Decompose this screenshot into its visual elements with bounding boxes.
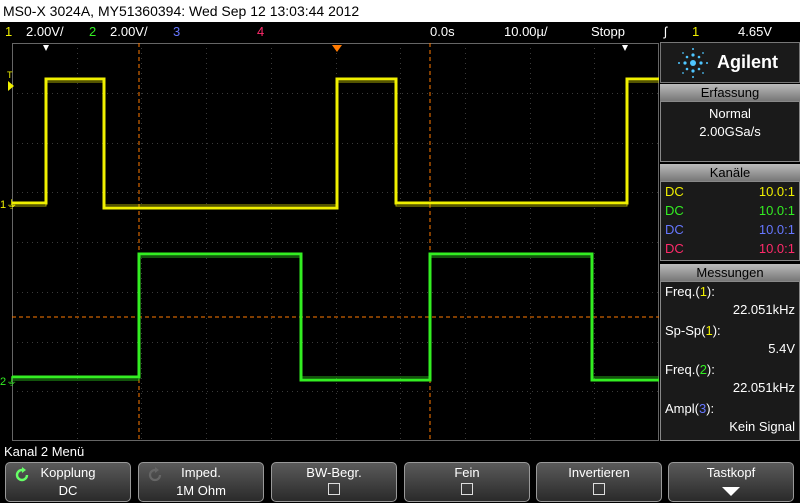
measurements-header: Messungen (660, 264, 800, 281)
fine-softkey[interactable]: Fein (404, 462, 530, 502)
trigger-edge-icon: ʃ (664, 24, 667, 39)
acquisition-mode: Normal (709, 106, 751, 121)
waveform-display[interactable] (12, 43, 659, 441)
acquisition-box[interactable]: Normal 2.00GSa/s (660, 101, 800, 162)
status-bar: 1 2.00V/ 2 2.00V/ 3 4 0.0s 10.00µ/ Stopp… (0, 22, 800, 42)
measurements-box[interactable]: Freq.(1): 22.051kHz Sp-Sp(1): 5.4V Freq.… (660, 281, 800, 441)
measurement-4-label: Ampl(3): (665, 401, 715, 416)
brand-name: Agilent (717, 52, 778, 72)
measurement-2-label: Sp-Sp(1): (665, 323, 721, 338)
measurement-2-value: 5.4V (768, 341, 795, 356)
bw-limit-checkbox[interactable] (328, 483, 340, 495)
ch1-number[interactable]: 1 (5, 22, 12, 42)
run-state[interactable]: Stopp (591, 22, 625, 42)
ch4-coupling: DC (665, 241, 684, 256)
ch1-waveform (12, 77, 659, 210)
ch2-number[interactable]: 2 (89, 22, 96, 42)
delay-value[interactable]: 0.0s (430, 22, 455, 42)
sample-rate: 2.00GSa/s (699, 124, 761, 139)
ch4-number[interactable]: 4 (257, 22, 264, 42)
ch4-probe: 10.0:1 (758, 241, 795, 256)
bw-limit-softkey[interactable]: BW-Begr. (271, 462, 397, 502)
coupling-softkey[interactable]: Kopplung DC (5, 462, 131, 502)
trigger-level-marker-icon: T (7, 70, 13, 80)
ch2-scale[interactable]: 2.00V/ (110, 22, 148, 42)
channel-2-row: DC 10.0:1 (665, 203, 795, 219)
window-title: MS0-X 3024A, MY51360394: Wed Sep 12 13:0… (0, 0, 800, 22)
waveform-grid (12, 43, 659, 441)
fine-checkbox[interactable] (461, 483, 473, 495)
ch3-coupling: DC (665, 222, 684, 237)
ch1-coupling: DC (665, 184, 684, 199)
ch3-probe: 10.0:1 (758, 222, 795, 237)
acquisition-header: Erfassung (660, 84, 800, 101)
submenu-arrow-icon (722, 487, 740, 496)
trigger-source[interactable]: 1 (692, 22, 699, 42)
info-panel: Agilent Erfassung Normal 2.00GSa/s Kanäl… (660, 42, 800, 441)
impedance-softkey[interactable]: Imped. 1M Ohm (138, 462, 264, 502)
measurement-4-value: Kein Signal (729, 419, 795, 434)
channels-header: Kanäle (660, 164, 800, 181)
menu-title: Kanal 2 Menü (4, 444, 85, 459)
ch1-ground-marker-icon[interactable]: 1⏚ (0, 196, 17, 212)
measurement-3-label: Freq.(2): (665, 362, 715, 377)
brand-logo: Agilent (660, 42, 800, 83)
ch2-waveform-noise (12, 256, 659, 381)
ch2-probe: 10.0:1 (758, 203, 795, 218)
ch3-number[interactable]: 3 (173, 22, 180, 42)
channel-1-row: DC 10.0:1 (665, 184, 795, 200)
probe-softkey[interactable]: Tastkopf (668, 462, 794, 502)
invert-checkbox[interactable] (593, 483, 605, 495)
measurement-1-value: 22.051kHz (732, 302, 795, 317)
channels-box[interactable]: DC 10.0:1 DC 10.0:1 DC 10.0:1 DC 10.0:1 (660, 181, 800, 261)
agilent-spark-icon (678, 48, 708, 78)
ch1-scale[interactable]: 2.00V/ (26, 22, 64, 42)
trigger-level[interactable]: 4.65V (738, 22, 772, 42)
trigger-arrow-icon (8, 81, 14, 91)
ch1-probe: 10.0:1 (758, 184, 795, 199)
channel-3-row: DC 10.0:1 (665, 222, 795, 238)
right-marker-icon (622, 45, 628, 51)
measurement-3-value: 22.051kHz (732, 380, 795, 395)
invert-softkey[interactable]: Invertieren (536, 462, 662, 502)
ch2-coupling: DC (665, 203, 684, 218)
left-marker-icon (43, 45, 49, 51)
timebase-value[interactable]: 10.00µ/ (504, 22, 548, 42)
softkey-bar: Kopplung DC Imped. 1M Ohm BW-Begr. Fein … (0, 461, 800, 503)
measurement-1-label: Freq.(1): (665, 284, 715, 299)
ch2-ground-marker-icon[interactable]: 2⏚ (0, 373, 17, 389)
trigger-position-icon (332, 45, 342, 52)
channel-4-row: DC 10.0:1 (665, 241, 795, 257)
